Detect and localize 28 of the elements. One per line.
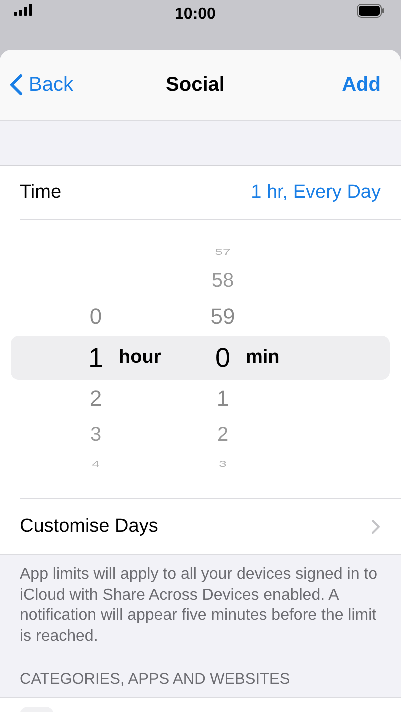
unit-label: hour [119, 347, 162, 369]
time-picker[interactable]: 57 58 0 59 1 hour 0 min 2 1 3 2 4 3 [0, 220, 401, 498]
picker-value[interactable]: 2 [81, 386, 111, 412]
picker-value[interactable]: 3 [81, 424, 111, 446]
add-button[interactable]: Add [342, 74, 381, 96]
picker-value[interactable]: 59 [208, 304, 238, 330]
back-button[interactable]: Back [10, 74, 74, 96]
picker-value[interactable]: 2 [208, 424, 238, 446]
picker-value[interactable]: 58 [208, 270, 238, 292]
picker-value[interactable]: 57 [208, 247, 238, 257]
picker-value[interactable]: 4 [81, 459, 111, 469]
unit-label: min [246, 347, 280, 369]
clock-time: 10:00 [175, 6, 216, 24]
battery-icon [356, 4, 385, 18]
customise-days-label: Customise Days [20, 516, 158, 538]
signal-icon [14, 4, 34, 16]
time-label: Time [20, 182, 62, 204]
customise-days-row[interactable]: Customise Days [0, 499, 401, 554]
time-value[interactable]: 1 hr, Every Day [251, 182, 381, 204]
picker-value[interactable]: 3 [208, 459, 238, 469]
picker-value[interactable]: 0 [208, 342, 238, 374]
picker-value[interactable]: 1 [81, 342, 111, 374]
picker-value[interactable]: 1 [208, 386, 238, 412]
footer-note: App limits will apply to all your devices signed in to iCloud with Share Across Devices enabled. A notification will appear five minutes before the limit is reached. [0, 554, 401, 649]
chevron-icon [371, 518, 381, 534]
back-chevron-icon [10, 74, 23, 96]
screen-title: Social [166, 74, 225, 96]
picker-value[interactable]: 0 [81, 304, 111, 330]
